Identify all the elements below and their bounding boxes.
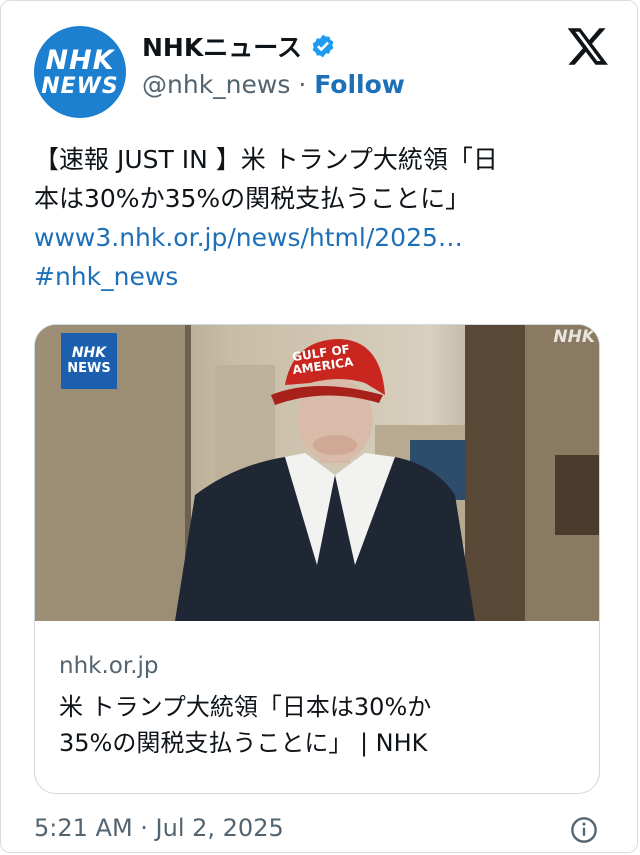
nhk-news-logo: NHK NEWS: [61, 333, 117, 389]
hashtag-link[interactable]: #nhk_news: [34, 257, 594, 296]
handle[interactable]: @nhk_news: [142, 70, 290, 99]
nhk-watermark: NHK: [553, 327, 595, 347]
tweet-text: 【速報 JUST IN 】米 トランプ大統領「日 本は30%か35%の関税支払う…: [34, 140, 594, 296]
card-image[interactable]: GULF OF AMERICA NHK NEWS NHK: [35, 325, 599, 621]
display-name[interactable]: NHKニュース: [142, 28, 302, 64]
x-logo-icon[interactable]: [566, 24, 610, 68]
avatar[interactable]: NHK NEWS: [34, 26, 126, 118]
link-preview-card[interactable]: GULF OF AMERICA NHK NEWS NHK nhk.or.jp 米…: [34, 324, 600, 794]
avatar-text-line1: NHK: [45, 44, 115, 76]
info-icon[interactable]: [570, 816, 598, 844]
card-logo-line2: NEWS: [67, 360, 111, 376]
separator: ·: [290, 70, 315, 99]
verified-badge-icon: [312, 34, 334, 58]
card-domain: nhk.or.jp: [59, 653, 159, 679]
timestamp[interactable]: 5:21 AM · Jul 2, 2025: [34, 814, 284, 842]
tweet-text-line2: 本は30%か35%の関税支払うことに」: [34, 184, 471, 213]
article-link[interactable]: www3.nhk.or.jp/news/html/2025…: [34, 218, 594, 257]
card-title: 米 トランプ大統領「日本は30%か 35%の関税支払うことに」 | NHK: [59, 689, 579, 761]
tweet-header: NHK NEWS NHKニュース @nhk_news · Follow: [34, 18, 610, 118]
card-logo-line1: NHK: [71, 345, 107, 362]
tweet-footer: 5:21 AM · Jul 2, 2025: [34, 814, 600, 850]
card-title-line2: 35%の関税支払うことに」 | NHK: [59, 729, 428, 757]
card-title-line1: 米 トランプ大統領「日本は30%か: [59, 693, 432, 721]
card-meta: nhk.or.jp 米 トランプ大統領「日本は30%か 35%の関税支払うことに…: [59, 653, 579, 761]
follow-button[interactable]: Follow: [314, 70, 405, 99]
tweet-text-line1: 【速報 JUST IN 】米 トランプ大統領「日: [34, 145, 498, 174]
avatar-text-line2: NEWS: [41, 73, 119, 99]
handle-row: @nhk_news · Follow: [142, 70, 405, 99]
name-row: NHKニュース: [142, 28, 336, 64]
